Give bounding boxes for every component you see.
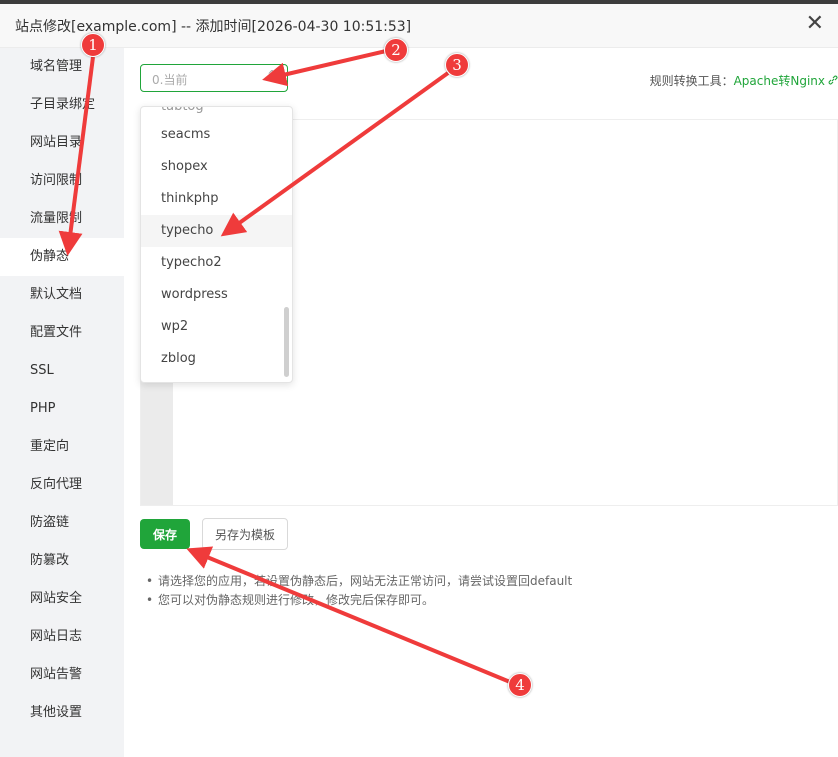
sidebar-item-subdir[interactable]: 子目录绑定 <box>0 86 124 124</box>
annotation-badge-4: 4 <box>508 673 532 697</box>
save-button[interactable]: 保存 <box>140 519 190 549</box>
tip-item: 请选择您的应用，若设置伪静态后，网站无法正常访问，请尝试设置回default <box>146 572 572 591</box>
sidebar-item-php[interactable]: PHP <box>0 390 124 428</box>
rewrite-template-select[interactable]: 0.当前 ^ <box>140 64 288 92</box>
dropdown-option-thinkphp[interactable]: thinkphp <box>141 183 292 215</box>
sidebar-item-redirect[interactable]: 重定向 <box>0 428 124 466</box>
template-dropdown: tabtog seacms shopex thinkphp typecho ty… <box>140 106 293 383</box>
dropdown-option-wordpress[interactable]: wordpress <box>141 279 292 311</box>
sidebar-item-config-file[interactable]: 配置文件 <box>0 314 124 352</box>
tip-item: 您可以对伪静态规则进行修改，修改完后保存即可。 <box>146 591 572 610</box>
dropdown-option-zblog[interactable]: zblog <box>141 343 292 375</box>
dropdown-option-wp2[interactable]: wp2 <box>141 311 292 343</box>
dropdown-option-seacms[interactable]: seacms <box>141 119 292 151</box>
annotation-badge-1: 1 <box>81 33 105 57</box>
sidebar-item-rewrite[interactable]: 伪静态 <box>0 238 124 276</box>
rule-convert-tool: 规则转换工具：Apache转Nginx <box>650 72 838 89</box>
select-value: 0.当前 <box>152 73 188 87</box>
title-bar: 站点修改[example.com] -- 添加时间[2026-04-30 10:… <box>0 4 838 48</box>
link-icon[interactable] <box>828 75 838 85</box>
dropdown-scrollbar[interactable] <box>284 307 289 377</box>
dialog-title: 站点修改[example.com] -- 添加时间[2026-04-30 10:… <box>15 19 412 35</box>
sidebar-item-tamper-proof[interactable]: 防篡改 <box>0 542 124 580</box>
sidebar-item-site-dir[interactable]: 网站目录 <box>0 124 124 162</box>
rewrite-panel: 0.当前 ^ 规则转换工具：Apache转Nginx tabtog seacms… <box>124 48 838 757</box>
sidebar-item-site-log[interactable]: 网站日志 <box>0 618 124 656</box>
dropdown-option-typecho[interactable]: typecho <box>141 215 292 247</box>
sidebar-item-ssl[interactable]: SSL <box>0 352 124 390</box>
sidebar-item-site-security[interactable]: 网站安全 <box>0 580 124 618</box>
sidebar: 域名管理 子目录绑定 网站目录 访问限制 流量限制 伪静态 默认文档 配置文件 … <box>0 48 124 757</box>
annotation-badge-2: 2 <box>384 38 408 62</box>
sidebar-item-hotlink[interactable]: 防盗链 <box>0 504 124 542</box>
sidebar-item-traffic-limit[interactable]: 流量限制 <box>0 200 124 238</box>
sidebar-item-other[interactable]: 其他设置 <box>0 694 124 732</box>
chevron-up-icon: ^ <box>266 68 277 82</box>
close-icon[interactable]: ✕ <box>806 12 824 36</box>
rule-convert-label: 规则转换工具： <box>649 74 734 88</box>
sidebar-item-default-doc[interactable]: 默认文档 <box>0 276 124 314</box>
save-as-template-button[interactable]: 另存为模板 <box>202 518 288 550</box>
annotation-badge-3: 3 <box>445 53 469 77</box>
sidebar-item-access-limit[interactable]: 访问限制 <box>0 162 124 200</box>
sidebar-item-site-alert[interactable]: 网站告警 <box>0 656 124 694</box>
sidebar-item-domain[interactable]: 域名管理 <box>0 48 124 86</box>
site-edit-dialog: 站点修改[example.com] -- 添加时间[2026-04-30 10:… <box>0 0 838 757</box>
tips-list: 请选择您的应用，若设置伪静态后，网站无法正常访问，请尝试设置回default 您… <box>146 572 572 610</box>
apache-to-nginx-link[interactable]: Apache转Nginx <box>734 74 825 88</box>
dropdown-option-shopex[interactable]: shopex <box>141 151 292 183</box>
dropdown-option-typecho2[interactable]: typecho2 <box>141 247 292 279</box>
sidebar-item-reverse-proxy[interactable]: 反向代理 <box>0 466 124 504</box>
